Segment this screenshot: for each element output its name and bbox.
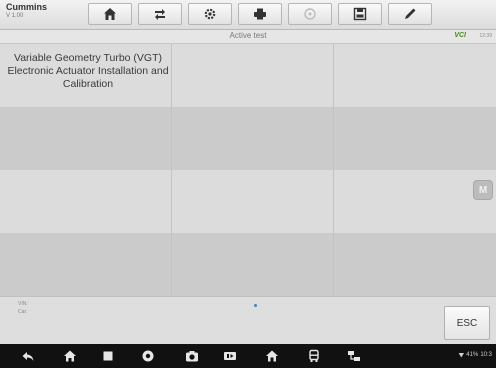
battery-percent: 41% xyxy=(466,352,479,358)
wifi-icon xyxy=(458,352,465,358)
page-indicator-dot xyxy=(254,304,257,307)
status-time: 10:3 xyxy=(480,352,492,358)
settings-gear-icon xyxy=(204,8,216,20)
browser-icon xyxy=(142,350,154,362)
test-row[interactable] xyxy=(0,170,496,233)
back-button[interactable] xyxy=(20,349,36,363)
grid-cell[interactable] xyxy=(172,44,334,107)
browser-button[interactable] xyxy=(140,349,156,363)
home-nav-button[interactable] xyxy=(62,349,78,363)
save-button[interactable] xyxy=(338,3,382,25)
brand-block: Cummins V 1.00 xyxy=(6,2,64,20)
recent-apps-button[interactable] xyxy=(100,349,116,363)
app-screen: Cummins V 1.00 Active test VCI 12:39 Var… xyxy=(0,0,496,368)
vci-connection-icon xyxy=(348,351,360,361)
app-home-icon xyxy=(266,350,278,362)
vehicle-info-bar: VIN: Car: ESC xyxy=(0,296,496,344)
brand-name: Cummins xyxy=(6,2,48,12)
grid-cell[interactable] xyxy=(0,170,172,233)
vci-connection-indicator: VCI xyxy=(454,32,466,39)
pen-button[interactable] xyxy=(388,3,432,25)
vci-manager-button[interactable] xyxy=(346,349,362,363)
car-label: Car: xyxy=(18,309,28,315)
test-row[interactable] xyxy=(0,107,496,170)
grid-cell[interactable] xyxy=(172,170,334,233)
pen-icon xyxy=(405,8,416,19)
vehicle-icon xyxy=(309,349,319,362)
esc-button[interactable]: ESC xyxy=(444,306,490,340)
test-item-label: Variable Geometry Turbo (VGT) Electronic… xyxy=(7,52,169,90)
vehicle-swap-button[interactable] xyxy=(138,3,182,25)
save-icon xyxy=(353,7,367,21)
header-clock: 12:39 xyxy=(479,33,492,39)
camera-button[interactable] xyxy=(184,349,200,363)
grid-cell[interactable] xyxy=(334,233,496,296)
status-area: 41% 10:3 xyxy=(458,352,492,358)
grid-cell[interactable] xyxy=(334,170,496,233)
back-arrow-icon xyxy=(22,352,34,361)
print-button[interactable] xyxy=(238,3,282,25)
home-icon xyxy=(104,8,116,20)
active-test-grid: Variable Geometry Turbo (VGT) Electronic… xyxy=(0,44,496,296)
help-icon xyxy=(304,8,316,20)
sub-header: Active test VCI 12:39 xyxy=(0,30,496,44)
grid-cell[interactable] xyxy=(172,107,334,170)
app-home-button[interactable] xyxy=(264,349,280,363)
page-title: Active test xyxy=(229,31,267,40)
vehicle-menu-button[interactable] xyxy=(306,349,322,363)
test-row[interactable]: Variable Geometry Turbo (VGT) Electronic… xyxy=(0,44,496,107)
screen-record-button[interactable] xyxy=(222,349,238,363)
vehicle-swap-icon xyxy=(155,9,165,20)
grid-cell[interactable] xyxy=(0,107,172,170)
help-button[interactable] xyxy=(288,3,332,25)
grid-cell[interactable] xyxy=(334,44,496,107)
test-row[interactable] xyxy=(0,233,496,296)
print-icon xyxy=(254,8,266,20)
video-screen-icon xyxy=(224,352,236,360)
home-button[interactable] xyxy=(88,3,132,25)
house-icon xyxy=(64,350,76,362)
grid-cell[interactable]: Variable Geometry Turbo (VGT) Electronic… xyxy=(0,44,172,107)
vin-label: VIN: xyxy=(18,301,28,307)
grid-cell[interactable] xyxy=(334,107,496,170)
floating-m-button[interactable]: M xyxy=(473,180,493,200)
recent-apps-icon xyxy=(103,351,113,361)
settings-button[interactable] xyxy=(188,3,232,25)
grid-cell[interactable] xyxy=(172,233,334,296)
camera-icon xyxy=(186,351,198,362)
grid-cell[interactable] xyxy=(0,233,172,296)
brand-version: V 1.00 xyxy=(6,13,24,19)
android-nav-bar: 41% 10:3 xyxy=(0,344,496,368)
top-toolbar: Cummins V 1.00 xyxy=(0,0,496,30)
